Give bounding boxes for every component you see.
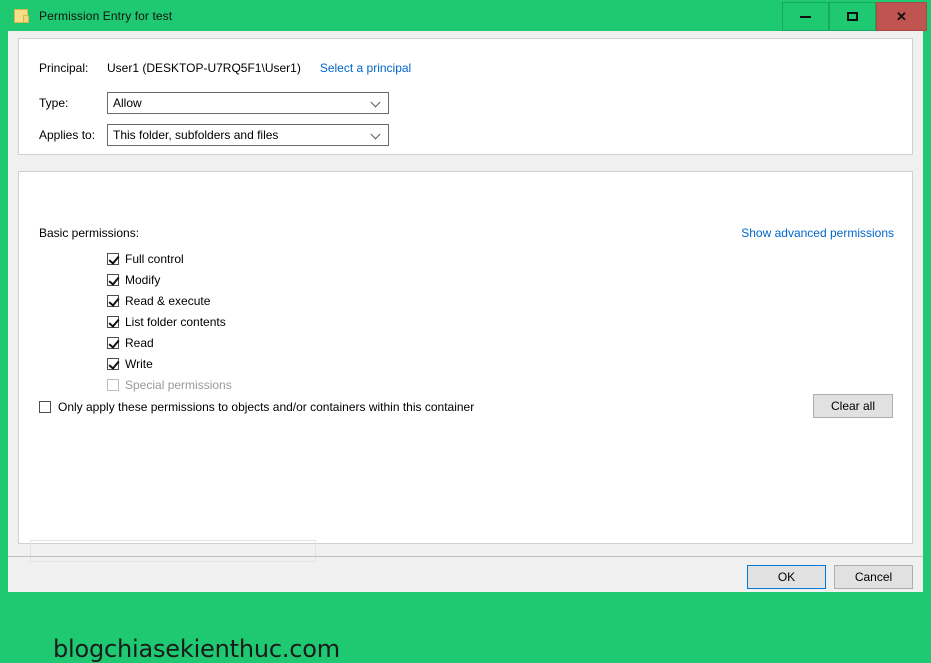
applies-to-row: Applies to: This folder, subfolders and … (39, 124, 389, 146)
principal-row: Principal: User1 (DESKTOP-U7RQ5F1\User1)… (39, 61, 411, 75)
permission-label: Special permissions (125, 377, 232, 392)
footer-buttons: OK Cancel (747, 565, 913, 589)
permission-label: Read (125, 335, 154, 350)
permission-item[interactable]: Read (107, 332, 232, 353)
type-dropdown-value: Allow (113, 96, 142, 110)
applies-to-dropdown-value: This folder, subfolders and files (113, 128, 279, 142)
applies-to-dropdown[interactable]: This folder, subfolders and files (107, 124, 389, 146)
window-title: Permission Entry for test (39, 8, 173, 23)
permission-checkbox[interactable] (107, 357, 119, 370)
dialog-body: Principal: User1 (DESKTOP-U7RQ5F1\User1)… (8, 31, 923, 663)
title-bar[interactable]: Permission Entry for test ✕ (0, 0, 931, 31)
permission-label: Full control (125, 251, 184, 266)
principal-value: User1 (DESKTOP-U7RQ5F1\User1) (107, 61, 301, 75)
close-button[interactable]: ✕ (876, 2, 927, 31)
title-bar-left: Permission Entry for test (14, 0, 172, 31)
principal-label: Principal: (39, 61, 89, 75)
permission-label: Read & execute (125, 293, 211, 308)
close-icon: ✕ (896, 9, 907, 24)
artifact-rectangle (30, 540, 316, 562)
folder-icon (14, 8, 30, 23)
permission-checkbox[interactable] (107, 336, 119, 349)
permission-checkbox[interactable] (107, 273, 119, 286)
permission-checkbox (107, 378, 119, 391)
cancel-button[interactable]: Cancel (834, 565, 913, 589)
permission-item[interactable]: List folder contents (107, 311, 232, 332)
minimize-icon (800, 15, 811, 18)
permission-label: List folder contents (125, 314, 226, 329)
show-advanced-permissions-link[interactable]: Show advanced permissions (741, 226, 894, 240)
permission-label: Modify (125, 272, 161, 287)
permission-label: Write (125, 356, 153, 371)
permission-checkbox[interactable] (107, 315, 119, 328)
chevron-down-icon (372, 130, 381, 139)
permission-item[interactable]: Full control (107, 248, 232, 269)
minimize-button[interactable] (782, 2, 829, 31)
permission-checkbox[interactable] (107, 294, 119, 307)
applies-to-label: Applies to: (39, 128, 96, 142)
only-apply-row[interactable]: Only apply these permissions to objects … (39, 400, 474, 414)
permission-checkbox[interactable] (107, 252, 119, 265)
basic-permissions-label: Basic permissions: (39, 226, 140, 240)
chevron-down-icon (372, 98, 381, 107)
clear-all-button[interactable]: Clear all (813, 394, 893, 418)
permission-entry-window: Permission Entry for test ✕ Principal: U… (0, 0, 931, 663)
only-apply-checkbox[interactable] (39, 401, 51, 413)
type-label: Type: (39, 96, 69, 110)
permission-item[interactable]: Write (107, 353, 232, 374)
only-apply-label: Only apply these permissions to objects … (58, 400, 475, 414)
permission-item: Special permissions (107, 374, 232, 395)
footer-divider (8, 556, 923, 557)
watermark-text: blogchiasekienthuc.com (53, 635, 340, 663)
maximize-icon (847, 12, 858, 21)
window-controls: ✕ (782, 2, 927, 31)
type-row: Type: Allow (39, 92, 389, 114)
permission-item[interactable]: Read & execute (107, 290, 232, 311)
ok-button[interactable]: OK (747, 565, 826, 589)
principal-panel: Principal: User1 (DESKTOP-U7RQ5F1\User1)… (18, 38, 913, 155)
maximize-button[interactable] (829, 2, 876, 31)
permission-item[interactable]: Modify (107, 269, 232, 290)
permissions-panel: Basic permissions: Show advanced permiss… (18, 171, 913, 663)
permissions-checkbox-list: Full control Modify Read & execute List fol… (107, 248, 232, 395)
select-a-principal-link[interactable]: Select a principal (320, 61, 411, 75)
type-dropdown[interactable]: Allow (107, 92, 389, 114)
